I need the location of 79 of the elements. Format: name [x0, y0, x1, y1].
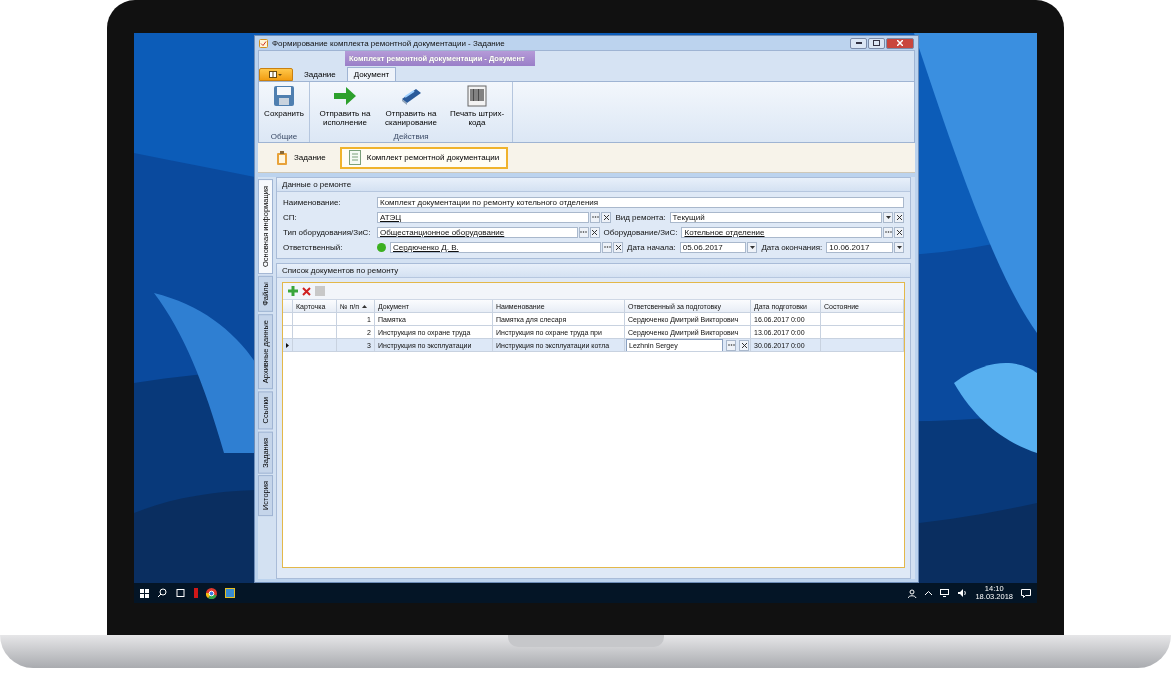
browser-icon[interactable]: [206, 587, 217, 599]
arrow-right-icon: [333, 85, 357, 107]
field-label: Дата начала:: [627, 242, 676, 252]
lookup-field[interactable]: Общестанционное оборудование: [377, 226, 578, 238]
field-label: Ответственный:: [283, 242, 344, 252]
field-label: Дата окончания:: [761, 242, 823, 252]
dropdown-button[interactable]: [747, 241, 758, 253]
cross-icon: [741, 342, 747, 348]
date-field[interactable]: 10.06.2017: [826, 241, 893, 253]
table-cell: [293, 339, 337, 352]
lookup-field[interactable]: Сердюченко Д. В.: [390, 241, 602, 253]
field-label: СП:: [283, 212, 298, 222]
cross-icon: [896, 214, 902, 220]
ribbon-tab[interactable]: Задание: [297, 67, 343, 81]
caret-down-icon: [749, 245, 755, 249]
row-header-cell[interactable]: [283, 339, 293, 352]
ribbon-button[interactable]: Сохранить: [262, 84, 306, 132]
person-icon[interactable]: [908, 588, 918, 598]
ribbon-button[interactable]: Печать штрих-кода: [445, 84, 509, 132]
window-title: Формирование комплекта ремонтной документации - Задание: [272, 38, 506, 48]
volume-icon[interactable]: [958, 589, 968, 597]
cross-icon: [896, 229, 902, 235]
maximize-icon: [873, 40, 880, 46]
field-label: Тип оборудования/ЗиС:: [283, 227, 372, 237]
cross-icon: [592, 229, 598, 235]
application-menu-button[interactable]: [259, 68, 293, 81]
lookup-field[interactable]: АТЭЦ: [377, 211, 590, 223]
cross-icon: [615, 244, 621, 250]
add-button[interactable]: [288, 286, 298, 296]
app-icon: [259, 38, 268, 48]
table-cell: [293, 313, 337, 326]
row-pointer-icon: [286, 342, 289, 348]
field-label: Вид ремонта:: [615, 212, 666, 222]
close-icon: [897, 40, 903, 46]
minimize-icon: [855, 42, 862, 44]
network-icon[interactable]: [940, 589, 951, 597]
square-icon: [315, 286, 325, 296]
ribbon-tab[interactable]: Документ: [346, 67, 397, 81]
minimize-button[interactable]: [850, 37, 867, 49]
field-label: Оборудование/ЗиС:: [603, 227, 678, 237]
ribbon-button[interactable]: Отправить на исполнение: [313, 84, 377, 132]
lookup-field[interactable]: Котельное отделение: [681, 226, 882, 238]
date-field[interactable]: 05.06.2017: [679, 241, 747, 253]
cross-icon: [603, 214, 609, 220]
caret-down-icon: [885, 215, 891, 219]
document-tab[interactable]: Комплект ремонтной документации: [339, 146, 509, 169]
dropdown-button[interactable]: [894, 241, 904, 253]
clear-button[interactable]: [739, 339, 749, 351]
section-title: Данные о ремонте: [277, 178, 910, 192]
text-field[interactable]: Комплект документации по ремонту котельного отделения: [377, 196, 904, 208]
field-label: Наименование:: [283, 197, 342, 207]
plus-icon: [288, 286, 298, 296]
clear-button[interactable]: [613, 241, 624, 253]
group-label: Действия: [393, 132, 429, 141]
task-view-icon[interactable]: [175, 589, 186, 597]
delete-button[interactable]: [302, 286, 311, 296]
dropdown-field[interactable]: Текущий: [669, 211, 882, 223]
notification-icon[interactable]: [1021, 588, 1031, 598]
windows-start-icon[interactable]: [140, 588, 149, 598]
clear-button[interactable]: [894, 226, 904, 238]
ribbon-button[interactable]: Отправить на сканирование: [379, 84, 443, 132]
clear-button[interactable]: [601, 211, 612, 223]
close-button[interactable]: [886, 37, 914, 49]
window-caret-icon: [269, 71, 283, 78]
group-label: Общие: [270, 132, 298, 141]
dropdown-button[interactable]: [883, 211, 893, 223]
section-title: Список документов по ремонту: [277, 264, 910, 278]
caret-down-icon: [896, 245, 902, 249]
cross-icon: [302, 286, 311, 296]
clear-button[interactable]: [589, 226, 600, 238]
clear-button[interactable]: [894, 211, 904, 223]
maximize-button[interactable]: [868, 37, 885, 49]
caret-up-icon[interactable]: [925, 591, 933, 595]
document-tab[interactable]: Задание: [268, 146, 334, 169]
row-header-cell[interactable]: [283, 313, 293, 326]
clipboard-icon: [276, 150, 288, 165]
document-icon: [348, 150, 361, 165]
search-icon[interactable]: [157, 588, 167, 598]
barcode-icon: [467, 85, 487, 107]
